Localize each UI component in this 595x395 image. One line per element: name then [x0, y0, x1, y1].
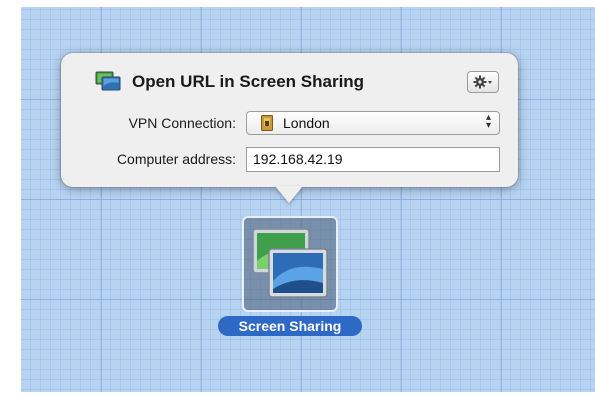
- vpn-connection-select[interactable]: London ▴ ▾: [246, 111, 500, 135]
- vpn-connection-label: VPN Connection:: [128, 115, 236, 131]
- page: Open URL in Screen Sharing VPN Connectio…: [0, 0, 595, 395]
- select-arrows-icon: ▴ ▾: [485, 112, 491, 131]
- screen-sharing-icon: [95, 71, 121, 91]
- computer-address-field[interactable]: 192.168.42.19: [246, 147, 500, 172]
- computer-address-label: Computer address:: [116, 151, 236, 167]
- gear-icon: [473, 75, 492, 89]
- screen-sharing-app-icon[interactable]: [249, 225, 331, 305]
- popover-arrow: [275, 186, 303, 203]
- vpn-connection-value: London: [283, 115, 330, 131]
- screen-sharing-label[interactable]: Screen Sharing: [218, 316, 362, 336]
- popover-title: Open URL in Screen Sharing: [132, 72, 365, 91]
- settings-button[interactable]: [467, 71, 499, 93]
- vpn-lock-icon: [261, 115, 273, 131]
